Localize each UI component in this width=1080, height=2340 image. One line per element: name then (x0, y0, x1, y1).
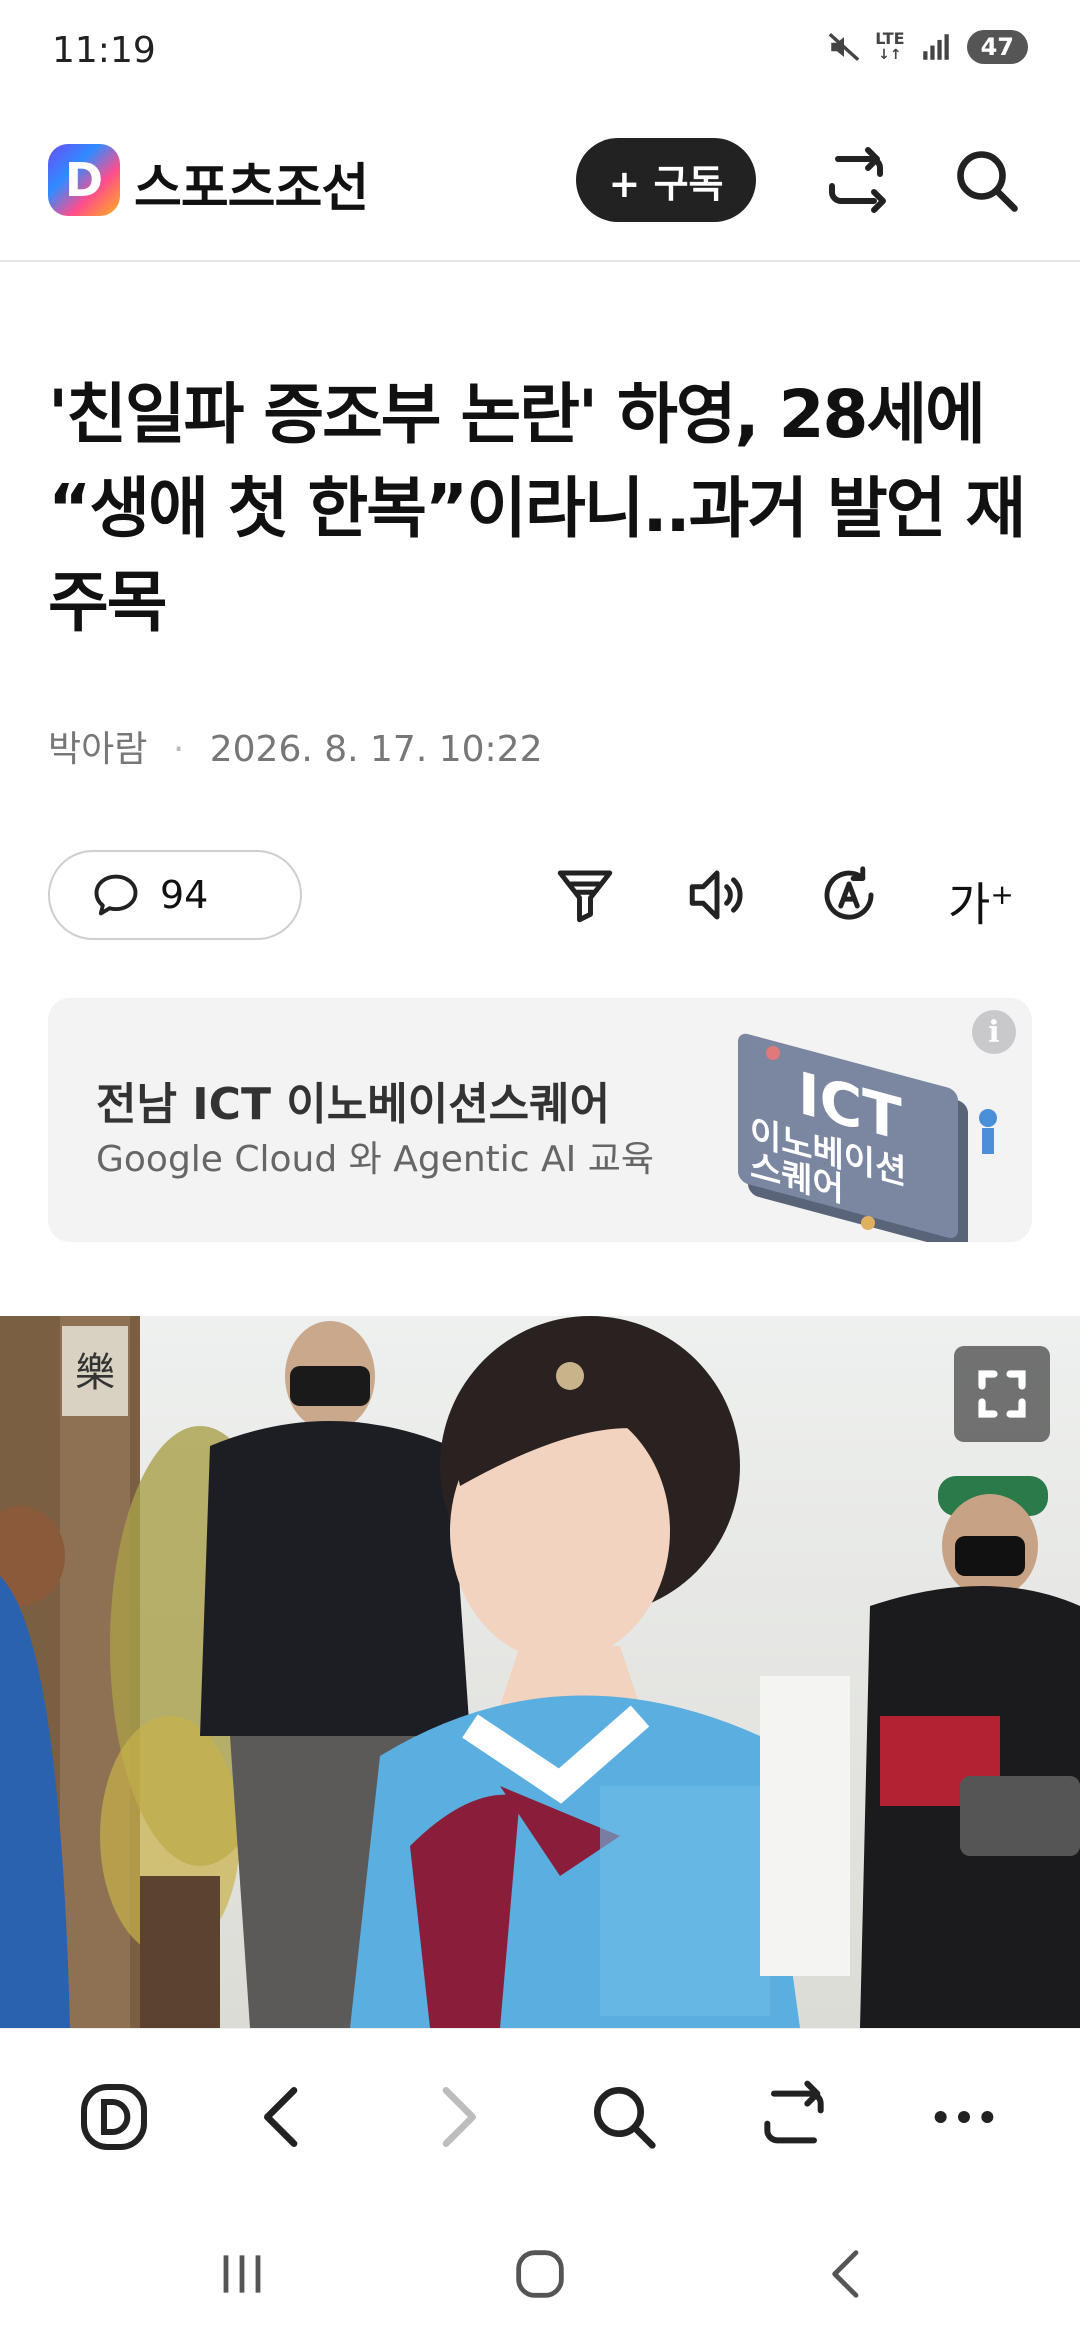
recents-icon[interactable] (210, 2242, 274, 2306)
home-d-icon[interactable] (74, 2077, 154, 2157)
publisher-name[interactable]: 스포츠조선 (134, 146, 369, 221)
photo-illustration: 樂 (0, 1316, 1080, 2028)
subscribe-button[interactable]: + 구독 (576, 138, 756, 222)
font-size-button[interactable]: 가+ (948, 862, 1014, 932)
filter-icon[interactable] (552, 862, 618, 928)
expand-icon (978, 1370, 1026, 1418)
article-toolbar: 94 가+ (48, 850, 1032, 944)
ad-banner[interactable]: 전남 ICT 이노베이션스퀘어 Google Cloud 와 Agentic A… (48, 998, 1032, 1242)
search-icon[interactable] (950, 144, 1022, 216)
subscribe-label: + 구독 (608, 161, 724, 206)
home-icon[interactable] (508, 2242, 572, 2306)
network-indicator: LTE ↓↑ (875, 29, 905, 64)
status-time: 11:19 (52, 30, 156, 71)
mute-icon (828, 32, 860, 62)
ad-subtitle: Google Cloud 와 Agentic AI 교육 (96, 1139, 654, 1180)
listen-icon[interactable] (684, 862, 750, 928)
separator-dot: · (172, 729, 185, 770)
comment-count: 94 (160, 873, 209, 917)
daum-logo[interactable]: D (48, 144, 120, 216)
logo-letter: D (64, 153, 104, 207)
comments-button[interactable]: 94 (48, 850, 302, 940)
battery-indicator: 47 (966, 30, 1028, 64)
font-size-icon: 가 (948, 877, 991, 932)
fullscreen-button[interactable] (954, 1346, 1050, 1442)
sign-character: 樂 (75, 1350, 115, 1396)
status-bar: 11:19 LTE ↓↑ 47 (0, 0, 1080, 110)
back-icon[interactable] (244, 2077, 324, 2157)
signal-icon (922, 34, 949, 60)
more-icon[interactable] (924, 2077, 1004, 2157)
app-header: D 스포츠조선 + 구독 (0, 110, 1080, 262)
ad-info-icon[interactable]: i (972, 1010, 1016, 1054)
ad-title: 전남 ICT 이노베이션스퀘어 (96, 1079, 611, 1130)
share-icon[interactable] (754, 2077, 834, 2157)
forward-icon[interactable] (416, 2077, 496, 2157)
byline: 박아람 · 2026. 8. 17. 10:22 (48, 720, 542, 772)
system-navigation (0, 2198, 1080, 2340)
status-icons: LTE ↓↑ 47 (827, 30, 1028, 64)
translate-icon[interactable] (816, 862, 882, 928)
article-photo[interactable]: 樂 (0, 1316, 1080, 2028)
publish-datetime: 2026. 8. 17. 10:22 (209, 729, 543, 770)
bottom-navigation (0, 2028, 1080, 2199)
back-icon[interactable] (816, 2242, 880, 2306)
search-icon[interactable] (584, 2077, 664, 2157)
article-headline: '친일파 증조부 논란' 하영, 28세에 “생애 첫 한복”이라니..과거 발… (48, 376, 1026, 641)
author-name[interactable]: 박아람 (48, 729, 147, 770)
comment-icon (94, 874, 138, 916)
share-icon[interactable] (820, 144, 892, 216)
